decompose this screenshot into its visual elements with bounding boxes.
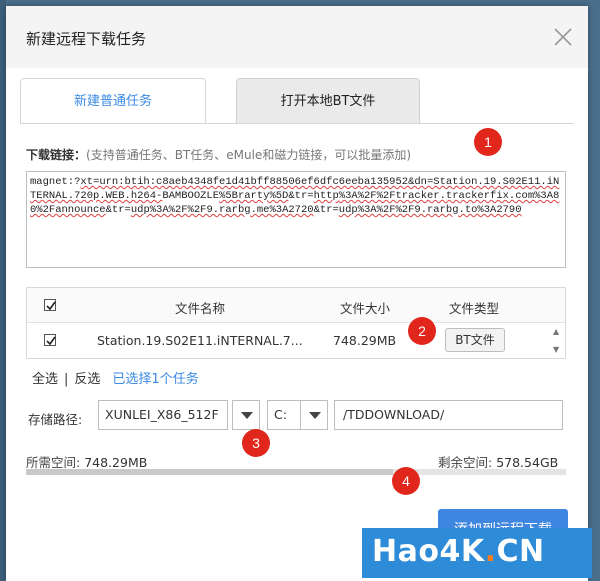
directory-input[interactable]: /TDDOWNLOAD/ [334,400,563,430]
link-text-segment: BAMBOOZLE [162,190,220,202]
scroll-down-icon[interactable]: ▼ [553,345,559,354]
close-button[interactable] [552,26,574,48]
link-text-segment: udp%3A%2F%2F9.rarbg.to%3A2790 [338,204,522,216]
chevron-down-icon [241,412,253,419]
site-watermark: Hao4K.CN [362,528,592,578]
file-size-cell: 748.29MB [333,333,397,348]
file-list-header: 文件名称 文件大小 文件类型 [27,288,565,323]
chevron-down-icon [309,412,321,419]
space-usage-bar [26,469,566,475]
drive-select[interactable]: C: [267,400,301,430]
check-icon [46,301,56,311]
link-text-segment: udp%3A%2F%2F9.rarbg.me%3A2720 [130,204,314,216]
link-text-segment: http [313,190,339,202]
header-file-type: 文件类型 [449,301,500,316]
annotation-marker-2: 2 [408,317,436,345]
watermark-dot: . [484,534,497,569]
drive-dropdown-button[interactable] [300,400,328,430]
free-space-label: 剩余空间: [438,455,493,470]
link-text-segment: &tr= [105,204,131,216]
file-list-table: 文件名称 文件大小 文件类型 Station.19.S02E11.iNTERNA… [26,287,566,359]
select-all-checkbox[interactable] [44,299,56,311]
free-space-value: 578.54GB [496,455,559,470]
check-icon [46,336,56,346]
selected-count-text: 已选择1个任务 [112,372,199,387]
selection-separator: | [64,372,69,387]
link-text-segment: &tr= [288,190,314,202]
annotation-marker-4: 4 [392,467,420,495]
annotation-marker-1: 1 [474,128,502,156]
file-type-button[interactable]: BT文件 [445,328,505,352]
link-text-segment: %5Brarty%5D [219,190,289,202]
selection-controls: 全选 | 反选 已选择1个任务 [32,368,199,387]
title-bar: 新建远程下载任务 [6,6,588,68]
invert-selection-link[interactable]: 反选 [74,372,100,387]
watermark-text: Hao4K.CN [372,534,545,569]
tab-divider [20,123,574,124]
tab-open-local-bt[interactable]: 打开本地BT文件 [236,78,420,124]
required-space-label: 所需空间: [26,455,81,470]
table-row[interactable]: Station.19.S02E11.iNTERNAL.7... 748.29MB… [27,323,565,358]
new-remote-download-dialog: 新建远程下载任务 新建普通任务 打开本地BT文件 下载链接：(支持普通任务、BT… [6,6,588,581]
download-link-textarea[interactable]: magnet:?xt=urn:btih:c8aeb4348fe1d41bff88… [26,171,566,268]
header-file-size: 文件大小 [340,301,391,316]
dialog-title: 新建远程下载任务 [26,30,147,48]
scroll-up-icon[interactable]: ▲ [553,327,559,336]
download-link-label: 下载链接：(支持普通任务、BT任务、eMule和磁力链接，可以批量添加) [26,146,411,163]
storage-path-label: 存储路径: [28,412,83,427]
select-all-link[interactable]: 全选 [32,372,58,387]
row-checkbox[interactable] [44,334,56,346]
file-name-cell: Station.19.S02E11.iNTERNAL.7... [97,333,303,348]
tab-new-normal-task[interactable]: 新建普通任务 [20,78,206,124]
required-space-value: 748.29MB [84,455,148,470]
device-select[interactable]: XUNLEI_X86_512F [98,400,228,430]
device-dropdown-button[interactable] [232,400,260,430]
space-usage-fill [26,469,394,475]
link-text-segment: magnet:? [30,176,81,188]
link-text-segment: &tr= [313,204,339,216]
watermark-tail: CN [496,534,545,569]
download-link-title: 下载链接： [26,148,87,162]
annotation-marker-3: 3 [242,429,270,457]
watermark-main: Hao4K [372,534,485,569]
download-link-hint: (支持普通任务、BT任务、eMule和磁力链接，可以批量添加) [86,148,412,162]
close-icon [554,28,572,46]
header-file-name: 文件名称 [175,301,226,316]
